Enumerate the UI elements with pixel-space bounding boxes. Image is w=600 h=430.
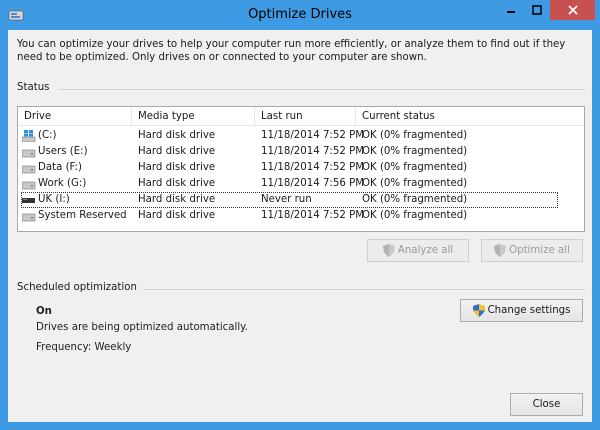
drive-name: Users (E:) <box>38 146 88 157</box>
hard-drive-icon <box>22 213 36 222</box>
scheduled-divider <box>144 289 585 290</box>
drives-list[interactable]: Drive Media type Last run Current status… <box>17 106 585 232</box>
close-window-button[interactable] <box>550 0 595 20</box>
schedule-frequency: Frequency: Weekly <box>36 342 132 353</box>
current-status: OK (0% fragmented) <box>362 162 468 173</box>
close-label: Close <box>532 399 561 410</box>
drive-name: (C:) <box>38 130 57 141</box>
media-type: Hard disk drive <box>138 210 216 221</box>
status-heading: Status <box>17 82 50 93</box>
current-status: OK (0% fragmented) <box>362 146 468 157</box>
last-run: 11/18/2014 7:52 PM <box>261 130 365 141</box>
current-status: OK (0% fragmented) <box>362 178 468 189</box>
last-run: 11/18/2014 7:52 PM <box>261 146 365 157</box>
drive-row-e[interactable]: Users (E:) Hard disk drive 11/18/2014 7:… <box>18 144 584 160</box>
status-divider <box>58 89 585 90</box>
shield-icon <box>494 244 507 257</box>
optimize-drives-window: Optimize Drives You can optimize your dr… <box>0 0 600 430</box>
windows-drive-icon <box>22 130 36 142</box>
column-header-current-status[interactable]: Current status <box>356 107 586 126</box>
minimize-icon <box>506 11 515 13</box>
maximize-icon <box>532 5 542 15</box>
dialog-body: You can optimize your drives to help you… <box>8 30 592 422</box>
optimize-all-label: Optimize all <box>509 245 570 256</box>
media-type: Hard disk drive <box>138 178 216 189</box>
change-settings-label: Change settings <box>487 305 571 316</box>
hard-drive-icon <box>22 165 36 174</box>
hard-drive-icon <box>22 149 36 158</box>
change-settings-button[interactable]: Change settings <box>460 299 583 322</box>
media-type: Hard disk drive <box>138 162 216 173</box>
media-type: Hard disk drive <box>138 146 216 157</box>
column-header-media-type[interactable]: Media type <box>132 107 255 126</box>
maximize-button[interactable] <box>524 0 550 20</box>
column-header-drive[interactable]: Drive <box>18 107 132 126</box>
intro-text: You can optimize your drives to help you… <box>17 39 566 63</box>
last-run: 11/18/2014 7:52 PM <box>261 210 365 221</box>
drive-name: System Reserved <box>38 210 127 221</box>
current-status: OK (0% fragmented) <box>362 194 468 205</box>
last-run: Never run <box>261 194 312 205</box>
close-icon <box>567 5 578 15</box>
current-status: OK (0% fragmented) <box>362 210 468 221</box>
last-run: 11/18/2014 7:52 PM <box>261 162 365 173</box>
last-run: 11/18/2014 7:56 PM <box>261 178 365 189</box>
drive-name: Data (F:) <box>38 162 83 173</box>
close-button[interactable]: Close <box>510 393 583 416</box>
media-type: Hard disk drive <box>138 194 216 205</box>
hard-drive-icon <box>22 181 36 190</box>
schedule-state: On <box>36 306 52 317</box>
drive-row-i[interactable]: UK (I:) Hard disk drive Never run OK (0%… <box>18 192 584 208</box>
drive-row-system-reserved[interactable]: System Reserved Hard disk drive 11/18/20… <box>18 208 584 224</box>
removable-drive-icon <box>22 198 35 203</box>
drive-name: UK (I:) <box>38 194 70 205</box>
drive-name: Work (G:) <box>38 178 87 189</box>
scheduled-heading: Scheduled optimization <box>17 282 137 293</box>
current-status: OK (0% fragmented) <box>362 130 468 141</box>
drives-list-header: Drive Media type Last run Current status <box>18 107 584 126</box>
analyze-all-button[interactable]: Analyze all <box>367 239 469 262</box>
title-bar[interactable]: Optimize Drives <box>0 0 600 30</box>
drive-row-g[interactable]: Work (G:) Hard disk drive 11/18/2014 7:5… <box>18 176 584 192</box>
media-type: Hard disk drive <box>138 130 216 141</box>
drive-row-f[interactable]: Data (F:) Hard disk drive 11/18/2014 7:5… <box>18 160 584 176</box>
minimize-button[interactable] <box>497 0 524 20</box>
shield-icon <box>382 244 395 257</box>
analyze-all-label: Analyze all <box>397 245 454 256</box>
drive-row-c[interactable]: (C:) Hard disk drive 11/18/2014 7:52 PM … <box>18 128 584 144</box>
uac-shield-icon <box>472 304 485 317</box>
optimize-all-button[interactable]: Optimize all <box>481 239 583 262</box>
column-header-last-run[interactable]: Last run <box>255 107 356 126</box>
schedule-description: Drives are being optimized automatically… <box>36 322 248 333</box>
